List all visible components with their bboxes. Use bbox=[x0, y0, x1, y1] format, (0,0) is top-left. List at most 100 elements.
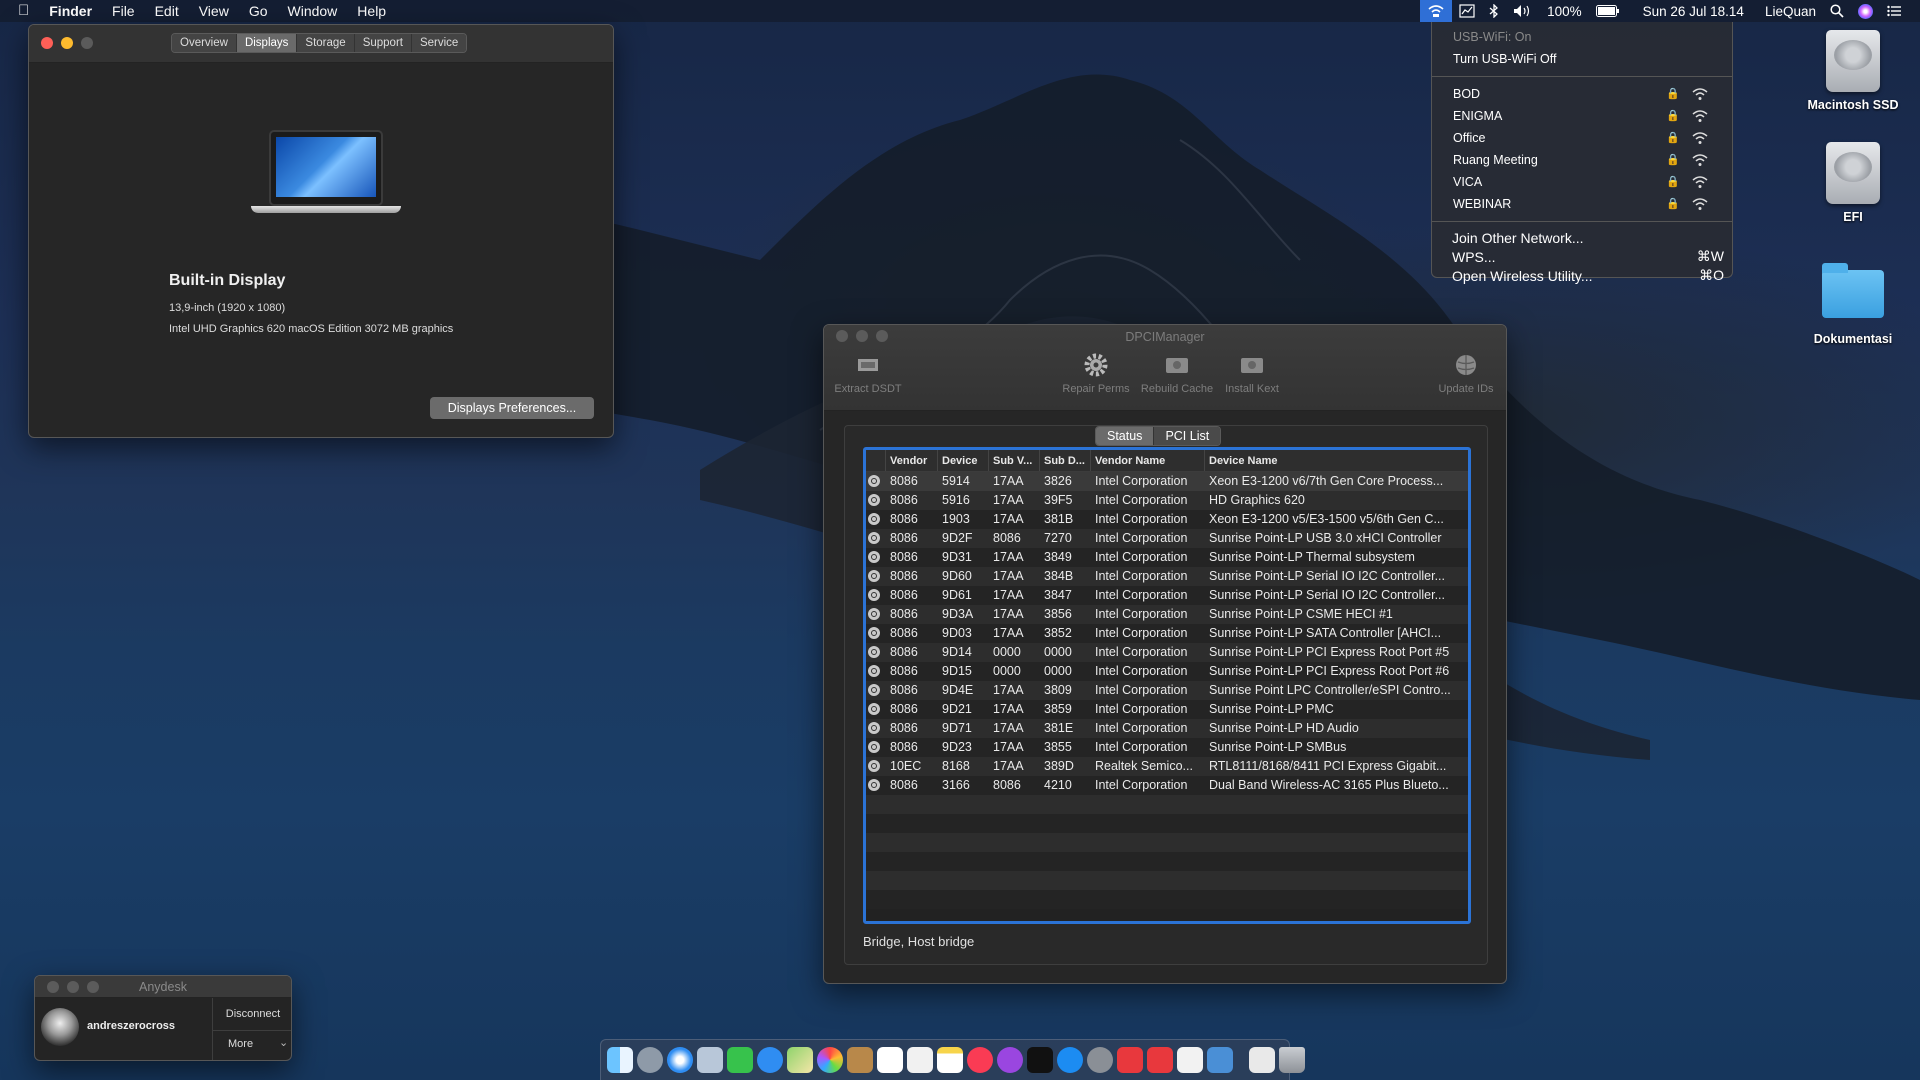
user-name[interactable]: LieQuan bbox=[1751, 0, 1823, 22]
spotlight-search-icon[interactable] bbox=[1823, 0, 1851, 22]
anydesk-alt-icon[interactable] bbox=[1147, 1047, 1173, 1073]
table-row[interactable]: 8086 1903 17AA 381B Intel Corporation Xeon E3… bbox=[866, 510, 1468, 529]
table-row[interactable]: 8086 9D03 17AA 3852 Intel Corporation Sunrise… bbox=[866, 624, 1468, 643]
column-header-device-name[interactable]: Device Name bbox=[1205, 450, 1468, 471]
table-row[interactable]: 8086 9D21 17AA 3859 Intel Corporation Sunrise… bbox=[866, 700, 1468, 719]
update-ids-button[interactable]: Update IDs bbox=[1424, 351, 1506, 395]
menu-help[interactable]: Help bbox=[347, 0, 396, 22]
photos-icon[interactable] bbox=[817, 1047, 843, 1073]
podcasts-icon[interactable] bbox=[997, 1047, 1023, 1073]
anydesk-icon[interactable] bbox=[1117, 1047, 1143, 1073]
table-row[interactable]: 8086 9D60 17AA 384B Intel Corporation Sunrise… bbox=[866, 567, 1468, 586]
trash-icon[interactable] bbox=[1279, 1047, 1305, 1073]
menu-go[interactable]: Go bbox=[239, 0, 278, 22]
network-item-enigma[interactable]: ENIGMA 🔒 bbox=[1432, 105, 1732, 127]
safari-icon[interactable] bbox=[667, 1047, 693, 1073]
minimize-button[interactable] bbox=[61, 37, 73, 49]
tab-displays[interactable]: Displays bbox=[236, 34, 298, 52]
table-row[interactable]: 8086 9D15 0000 0000 Intel Corporation Sunrise… bbox=[866, 662, 1468, 681]
table-row[interactable]: 8086 9D14 0000 0000 Intel Corporation Sunrise… bbox=[866, 643, 1468, 662]
usb-wifi-status-icon[interactable] bbox=[1420, 0, 1453, 22]
table-row[interactable]: 8086 3166 8086 4210 Intel Corporation Dual Ba… bbox=[866, 776, 1468, 795]
device-cell: 5916 bbox=[942, 493, 970, 507]
menu-file[interactable]: File bbox=[102, 0, 145, 22]
network-item-bod[interactable]: BOD 🔒 bbox=[1432, 83, 1732, 105]
desktop-icon-dokumentasi[interactable]: Dokumentasi bbox=[1793, 262, 1913, 346]
apple-menu-icon[interactable]:  bbox=[0, 0, 39, 22]
launchpad-icon[interactable] bbox=[637, 1047, 663, 1073]
table-row[interactable]: 8086 9D4E 17AA 3809 Intel Corporation Sunrise… bbox=[866, 681, 1468, 700]
pci-table[interactable]: Vendor Device Sub V... Sub D... Vendor N… bbox=[863, 447, 1471, 924]
column-header-vendor-name[interactable]: Vendor Name bbox=[1091, 450, 1205, 471]
desktop-icon-efi[interactable]: EFI bbox=[1793, 142, 1913, 224]
notes-icon[interactable] bbox=[937, 1047, 963, 1073]
column-header-sub-vendor[interactable]: Sub V... bbox=[989, 450, 1040, 471]
disconnect-button[interactable]: Disconnect bbox=[218, 1008, 288, 1020]
tab-service[interactable]: Service bbox=[411, 34, 467, 52]
tab-support[interactable]: Support bbox=[354, 34, 412, 52]
network-item-ruang-meeting[interactable]: Ruang Meeting 🔒 bbox=[1432, 149, 1732, 171]
more-button[interactable]: More bbox=[228, 1038, 253, 1050]
wps-item[interactable]: WPS... ⌘W bbox=[1432, 247, 1732, 266]
volume-icon[interactable] bbox=[1506, 0, 1540, 22]
table-row[interactable]: 8086 5916 17AA 39F5 Intel Corporation HD Grap… bbox=[866, 491, 1468, 510]
system-preferences-icon[interactable] bbox=[1087, 1047, 1113, 1073]
table-row[interactable]: 8086 9D61 17AA 3847 Intel Corporation Sunrise… bbox=[866, 586, 1468, 605]
join-other-network-item[interactable]: Join Other Network... bbox=[1432, 228, 1732, 247]
table-row[interactable]: 8086 9D71 17AA 381E Intel Corporation Sunrise… bbox=[866, 719, 1468, 738]
document-icon[interactable] bbox=[1249, 1047, 1275, 1073]
install-kext-button[interactable]: Install Kext bbox=[1210, 351, 1294, 395]
table-row[interactable]: 10EC 8168 17AA 389D Realtek Semico... RTL8111… bbox=[866, 757, 1468, 776]
finder-icon[interactable] bbox=[607, 1047, 633, 1073]
wifi-signal-icon bbox=[1692, 132, 1708, 144]
clock[interactable]: Sun 26 Jul 18.14 bbox=[1627, 0, 1751, 22]
zoom-button[interactable] bbox=[81, 37, 93, 49]
tv-icon[interactable] bbox=[1027, 1047, 1053, 1073]
messages-icon[interactable] bbox=[757, 1047, 783, 1073]
menu-edit[interactable]: Edit bbox=[145, 0, 189, 22]
column-header-icon[interactable] bbox=[866, 450, 886, 471]
tab-status[interactable]: Status bbox=[1096, 427, 1154, 445]
battery-icon[interactable] bbox=[1589, 0, 1627, 22]
table-row[interactable]: 8086 9D23 17AA 3855 Intel Corporation Sunrise… bbox=[866, 738, 1468, 757]
extract-dsdt-button[interactable]: Extract DSDT bbox=[826, 351, 910, 395]
repair-perms-button[interactable]: Repair Perms bbox=[1054, 351, 1138, 395]
network-item-webinar[interactable]: WEBINAR 🔒 bbox=[1432, 193, 1732, 215]
table-row[interactable]: 8086 9D31 17AA 3849 Intel Corporation Sunrise… bbox=[866, 548, 1468, 567]
menu-app-name[interactable]: Finder bbox=[39, 0, 102, 22]
table-row[interactable]: 8086 9D3A 17AA 3856 Intel Corporation Sunrise… bbox=[866, 605, 1468, 624]
network-utility-icon[interactable] bbox=[1207, 1047, 1233, 1073]
displays-preferences-button[interactable]: Displays Preferences... bbox=[430, 397, 594, 419]
chevron-down-icon[interactable]: ⌄ bbox=[279, 1036, 288, 1049]
tab-storage[interactable]: Storage bbox=[297, 34, 355, 52]
menu-window[interactable]: Window bbox=[278, 0, 348, 22]
close-button[interactable] bbox=[41, 37, 53, 49]
network-item-office[interactable]: Office 🔒 bbox=[1432, 127, 1732, 149]
tab-pci-list[interactable]: PCI List bbox=[1153, 427, 1221, 445]
rebuild-cache-button[interactable]: Rebuild Cache bbox=[1135, 351, 1219, 395]
bluetooth-icon[interactable] bbox=[1482, 0, 1506, 22]
turn-wifi-off-item[interactable]: Turn USB-WiFi Off bbox=[1432, 48, 1732, 70]
preview-icon[interactable] bbox=[697, 1047, 723, 1073]
column-header-vendor[interactable]: Vendor bbox=[886, 450, 938, 471]
textedit-icon[interactable] bbox=[1177, 1047, 1203, 1073]
maps-icon[interactable] bbox=[787, 1047, 813, 1073]
siri-icon[interactable] bbox=[1851, 0, 1880, 22]
tab-overview[interactable]: Overview bbox=[172, 34, 237, 52]
column-header-device[interactable]: Device bbox=[938, 450, 989, 471]
facetime-icon[interactable] bbox=[727, 1047, 753, 1073]
network-item-vica[interactable]: VICA 🔒 bbox=[1432, 171, 1732, 193]
calendar-icon[interactable] bbox=[877, 1047, 903, 1073]
table-row[interactable]: 8086 5914 17AA 3826 Intel Corporation Xeon E3… bbox=[866, 472, 1468, 491]
menu-view[interactable]: View bbox=[189, 0, 239, 22]
desktop-icon-macintosh-ssd[interactable]: Macintosh SSD bbox=[1793, 30, 1913, 112]
notification-center-icon[interactable] bbox=[1880, 0, 1908, 22]
notes-brown-icon[interactable] bbox=[847, 1047, 873, 1073]
table-row[interactable]: 8086 9D2F 8086 7270 Intel Corporation Sunrise… bbox=[866, 529, 1468, 548]
column-header-sub-device[interactable]: Sub D... bbox=[1040, 450, 1091, 471]
reminders-icon[interactable] bbox=[907, 1047, 933, 1073]
music-icon[interactable] bbox=[967, 1047, 993, 1073]
activity-monitor-icon[interactable] bbox=[1452, 0, 1482, 22]
app-store-icon[interactable] bbox=[1057, 1047, 1083, 1073]
open-wireless-utility-item[interactable]: Open Wireless Utility... ⌘O bbox=[1432, 266, 1732, 285]
